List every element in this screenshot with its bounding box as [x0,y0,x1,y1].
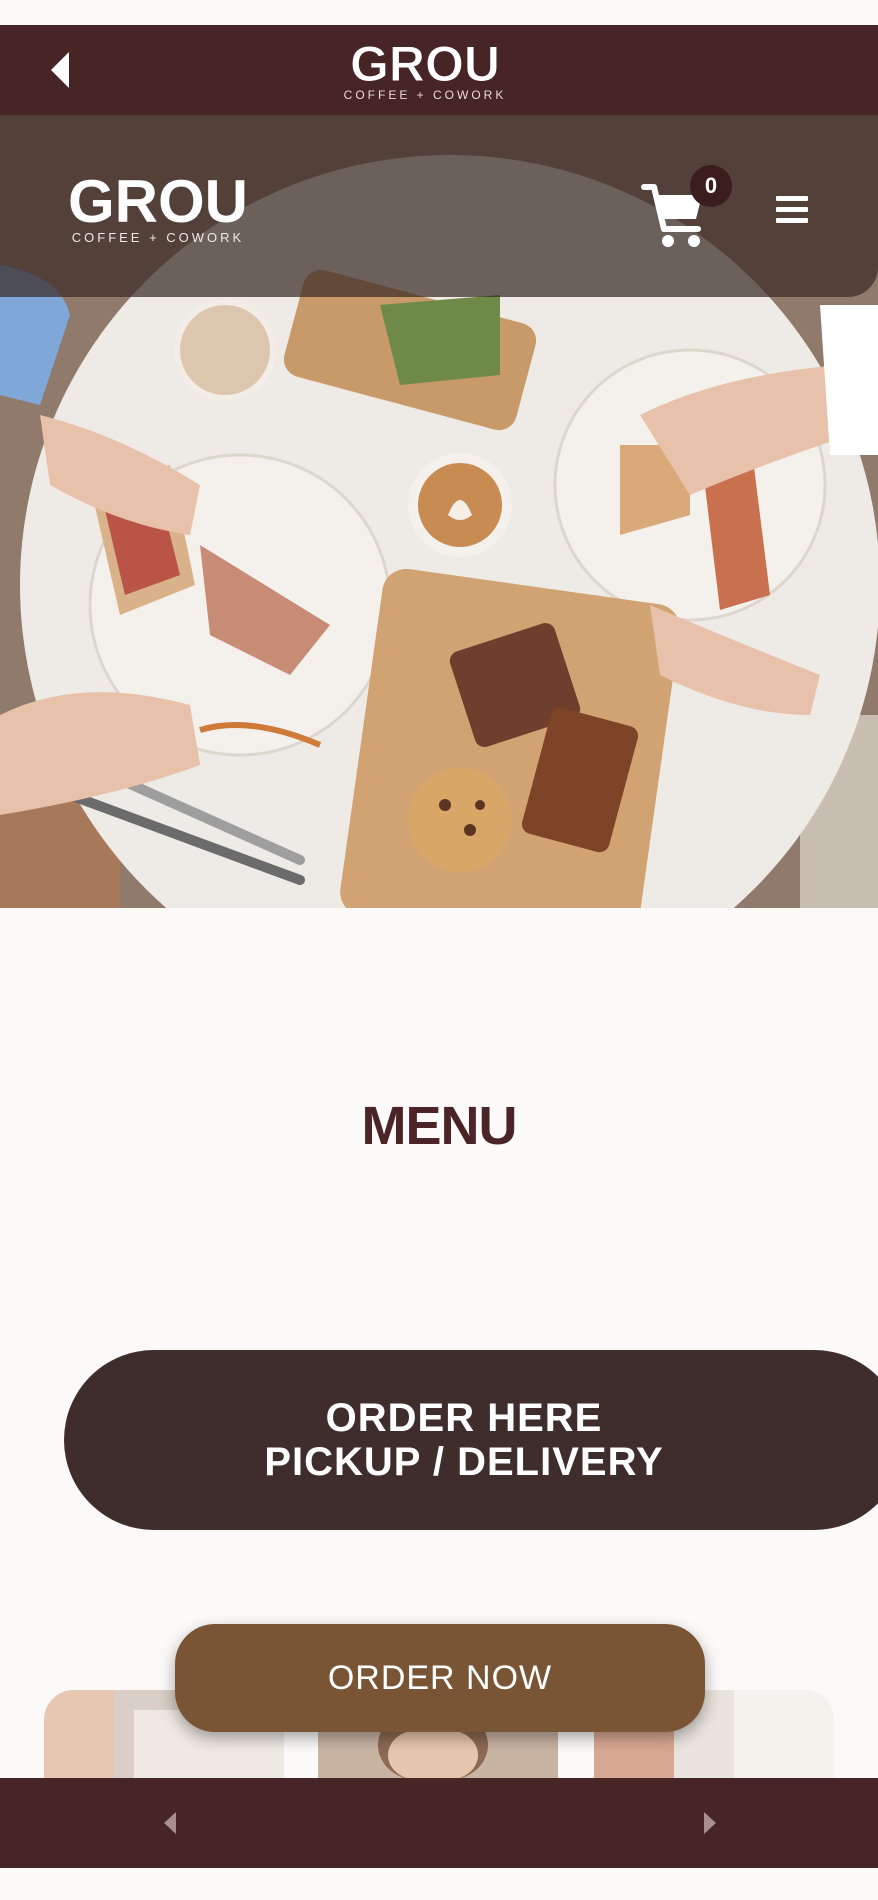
svg-text:COFFEE + COWORK: COFFEE + COWORK [72,230,244,245]
page: GROU COFFEE + COWORK GROU COFFEE + COWOR… [0,0,878,1900]
back-arrow-icon [51,52,69,88]
svg-text:GROU: GROU [350,37,500,92]
svg-text:GROU: GROU [68,170,248,235]
bottom-navigation-bar [0,1778,878,1868]
back-button[interactable] [38,47,82,93]
hamburger-menu-icon [776,196,808,223]
hamburger-menu-button[interactable] [770,188,818,232]
site-logo[interactable]: GROU COFFEE + COWORK [58,170,262,246]
page-title: MENU [361,1096,518,1156]
order-here-button[interactable]: ORDER HERE PICKUP / DELIVERY [64,1350,878,1530]
svg-text:COFFEE + COWORK: COFFEE + COWORK [344,88,507,102]
app-bar: GROU COFFEE + COWORK [0,25,878,115]
chevron-left-icon [164,1812,176,1834]
next-button[interactable] [690,1800,730,1846]
site-header: GROU COFFEE + COWORK 0 [0,115,878,297]
order-now-button[interactable]: ORDER NOW [175,1624,705,1732]
order-here-label: ORDER HERE [325,1396,603,1440]
hero-section: GROU COFFEE + COWORK 0 [0,115,878,908]
chevron-right-icon [704,1812,716,1834]
cart-count-badge: 0 [690,165,732,207]
brand-logo: GROU COFFEE + COWORK [344,37,507,102]
pickup-delivery-label: PICKUP / DELIVERY [264,1440,664,1484]
previous-button[interactable] [150,1800,190,1846]
cart-button[interactable]: 0 [640,163,736,259]
